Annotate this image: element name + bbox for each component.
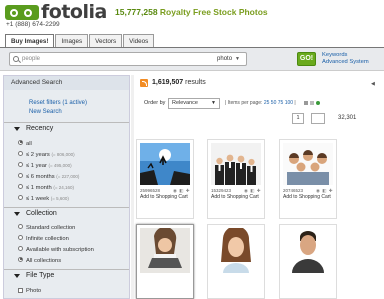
search-value: people — [22, 56, 41, 62]
ipp-option-25[interactable]: 25 — [264, 100, 270, 106]
search-mode-links: Keywords Advanced System — [322, 52, 369, 66]
woman-laptop-photo — [140, 228, 190, 273]
thumbnail-card[interactable]: 25996528 ◉ ◧ ✚ Add to Shopping Cart — [136, 139, 194, 219]
add-to-cart-link[interactable]: Add to Shopping Cart — [283, 194, 331, 200]
search-input[interactable]: people photo ▼ — [9, 52, 247, 66]
radio-icon — [18, 234, 23, 240]
thumbnail-card[interactable] — [279, 224, 337, 299]
thumbnail-image[interactable] — [283, 228, 333, 273]
recency-option-6-months[interactable]: ≤ 6 months (= 227,000) — [18, 172, 79, 181]
tab-buy-images[interactable]: Buy Images! — [5, 34, 55, 47]
keywords-link[interactable]: Keywords — [322, 52, 369, 59]
recency-option-2-years[interactable]: ≤ 2 years (= 806,000) — [18, 150, 75, 159]
recency-section-title[interactable]: Recency — [4, 122, 129, 135]
page-input[interactable] — [311, 113, 325, 124]
radio-icon — [18, 150, 23, 156]
tab-vectors[interactable]: Vectors — [89, 34, 123, 47]
search-icon — [13, 56, 19, 62]
smiling-man-photo — [283, 228, 333, 273]
rss-icon[interactable] — [140, 79, 148, 87]
radio-icon — [18, 161, 23, 167]
advanced-system-link[interactable]: Advanced System — [322, 59, 369, 66]
thumbnail-card[interactable] — [207, 224, 265, 299]
radio-icon — [18, 139, 23, 145]
view-mode-icons — [304, 101, 320, 105]
thumbnail-id: 15329423 — [211, 188, 232, 193]
ipp-option-50[interactable]: 50 — [271, 100, 277, 106]
file-type-section-title[interactable]: File Type — [4, 269, 129, 282]
reset-filters-link[interactable]: Reset filters (1 active) — [29, 100, 87, 106]
status-dot-icon — [316, 101, 320, 105]
group-photo — [283, 143, 333, 185]
items-per-page: | Items per page: 25 50 75 100 | — [225, 100, 296, 106]
checkbox-icon — [18, 287, 23, 293]
sidebar-divider — [131, 75, 134, 299]
add-to-cart-link[interactable]: Add to Shopping Cart — [140, 194, 188, 200]
radio-icon — [18, 223, 23, 229]
collection-option-all[interactable]: All collections — [18, 256, 61, 265]
radio-icon — [18, 256, 23, 262]
search-type-value: photo — [217, 56, 233, 62]
search-type-select[interactable]: photo ▼ — [217, 56, 240, 62]
thumbnail-card[interactable]: 15329423 ◉ ◧ ✚ Add to Shopping Cart — [207, 139, 265, 219]
collection-option-subscription[interactable]: Available with subscription — [18, 245, 94, 254]
go-button[interactable]: GO! — [297, 52, 316, 66]
page-total: 32,301 — [338, 115, 357, 121]
thumbnail-image[interactable] — [211, 228, 261, 273]
grid-view-icon[interactable] — [304, 101, 308, 105]
thumbnail-image[interactable] — [211, 143, 261, 185]
collapse-icon[interactable]: ◀ — [371, 81, 375, 87]
thumbnail-image[interactable] — [140, 228, 190, 273]
recency-option-all[interactable]: all — [18, 139, 32, 148]
chevron-down-icon: ▼ — [235, 56, 240, 62]
list-view-icon[interactable] — [310, 101, 314, 105]
recency-option-1-year[interactable]: ≤ 1 year (= 495,000) — [18, 161, 72, 170]
radio-icon — [18, 172, 23, 178]
collection-section-title[interactable]: Collection — [4, 207, 129, 220]
thumbnail-id: 20746523 — [283, 188, 304, 193]
thumbnail-image[interactable] — [140, 143, 190, 185]
ipp-option-100[interactable]: 100 — [285, 100, 293, 106]
collection-option-infinite[interactable]: Infinite collection — [18, 234, 69, 243]
collection-option-standard[interactable]: Standard collection — [18, 223, 75, 232]
tagline-text: Royalty Free Stock Photos — [159, 7, 268, 17]
recency-option-1-week[interactable]: ≤ 1 week (= 5,600) — [18, 194, 69, 203]
nav-tabs: Buy Images! Images Vectors Videos — [5, 34, 155, 47]
logo-text: fotolia — [41, 1, 107, 23]
phone-number: +1 (888) 674-2299 — [6, 21, 60, 28]
radio-icon — [18, 194, 23, 200]
tab-images[interactable]: Images — [55, 34, 89, 47]
chevron-down-icon: ▼ — [211, 100, 216, 106]
order-by-select[interactable]: Relevance ▼ — [168, 98, 220, 109]
new-search-link[interactable]: New Search — [29, 109, 62, 115]
ipp-option-75[interactable]: 75 — [278, 100, 284, 106]
order-by-label: Order by — [144, 100, 166, 106]
collapse-arrow-icon — [14, 212, 20, 216]
collapse-arrow-icon — [14, 127, 20, 131]
thumbnail-card[interactable] — [136, 224, 194, 299]
tab-videos[interactable]: Videos — [123, 34, 155, 47]
fotolia-logo[interactable]: fotolia +1 (888) 674-2299 — [5, 1, 113, 28]
smiling-woman-photo — [211, 228, 261, 273]
file-type-option-photo[interactable]: Photo — [18, 287, 41, 295]
sidebar-title: Advanced Search — [4, 76, 129, 90]
add-to-cart-link[interactable]: Add to Shopping Cart — [211, 194, 259, 200]
business-team-photo — [211, 143, 261, 185]
logo-mark-icon — [5, 5, 39, 20]
sidebar: Advanced Search Reset filters (1 active)… — [3, 75, 130, 299]
radio-icon — [18, 183, 23, 189]
tagline: 15,777,258 Royalty Free Stock Photos — [115, 7, 268, 17]
page-current-input[interactable]: 1 — [292, 113, 304, 124]
thumbnail-card[interactable]: 20746523 ◉ ◧ ✚ Add to Shopping Cart — [279, 139, 337, 219]
recency-option-1-month[interactable]: ≤ 1 month (= 24,160) — [18, 183, 74, 192]
thumbnail-image[interactable] — [283, 143, 333, 185]
results-count: 1,619,507 results — [152, 79, 206, 86]
jumping-people-photo — [140, 143, 190, 185]
thumbnail-id: 25996528 — [140, 188, 161, 193]
radio-icon — [18, 245, 23, 251]
collapse-arrow-icon — [14, 274, 20, 278]
tagline-count: 15,777,258 — [115, 7, 158, 17]
